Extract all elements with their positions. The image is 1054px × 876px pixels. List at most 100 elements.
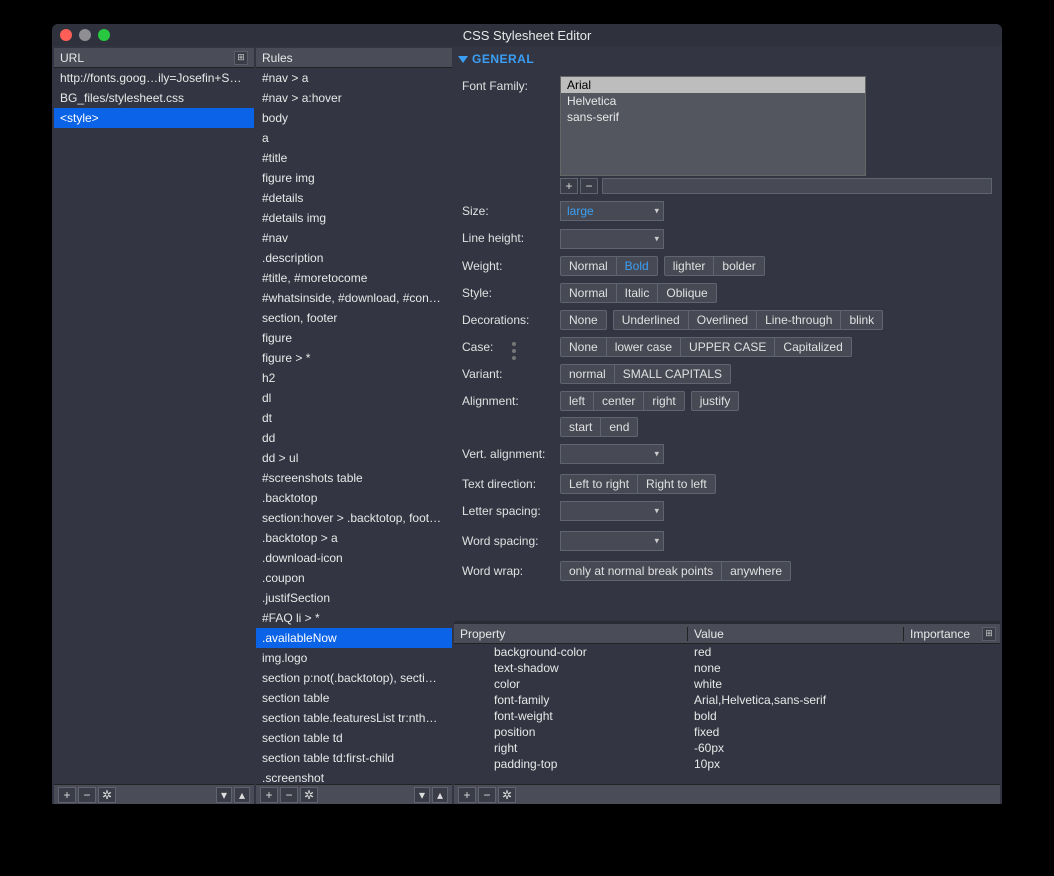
font-family-item[interactable]: Arial: [561, 77, 865, 93]
decorations-none[interactable]: None: [560, 310, 607, 330]
rule-item[interactable]: section:hover > .backtotop, foot…: [256, 508, 452, 528]
segment-option[interactable]: None: [561, 311, 606, 329]
rule-item[interactable]: dt: [256, 408, 452, 428]
url-item[interactable]: http://fonts.goog…ily=Josefin+Sans: [54, 68, 254, 88]
size-select[interactable]: large ▾: [560, 201, 664, 221]
rule-item[interactable]: dd: [256, 428, 452, 448]
column-picker-icon[interactable]: ⊞: [234, 51, 248, 65]
line-height-select[interactable]: ▾: [560, 229, 664, 249]
decorations-segmented[interactable]: UnderlinedOverlinedLine-throughblink: [613, 310, 883, 330]
rule-item[interactable]: .availableNow: [256, 628, 452, 648]
move-up-button[interactable]: ▴: [234, 787, 250, 803]
segment-option[interactable]: end: [601, 418, 637, 436]
rule-item[interactable]: #whatsinside, #download, #con…: [256, 288, 452, 308]
segment-option[interactable]: SMALL CAPITALS: [615, 365, 730, 383]
segment-option[interactable]: start: [561, 418, 601, 436]
col-property[interactable]: Property: [454, 627, 688, 641]
segment-option[interactable]: anywhere: [722, 562, 790, 580]
rule-item[interactable]: .description: [256, 248, 452, 268]
move-down-button[interactable]: ▾: [414, 787, 430, 803]
rules-list[interactable]: #nav > a#nav > a:hoverbodya#titlefigure …: [256, 68, 452, 784]
font-family-item[interactable]: Helvetica: [561, 93, 865, 109]
rule-item[interactable]: section table: [256, 688, 452, 708]
segment-option[interactable]: blink: [841, 311, 882, 329]
rule-item[interactable]: #nav > a: [256, 68, 452, 88]
segment-option[interactable]: right: [644, 392, 683, 410]
section-header[interactable]: GENERAL: [454, 48, 1000, 70]
rule-item[interactable]: #FAQ li > *: [256, 608, 452, 628]
properties-list[interactable]: background-colorredtext-shadownonecolorw…: [454, 644, 1000, 784]
segment-option[interactable]: Line-through: [757, 311, 841, 329]
rule-item[interactable]: #title, #moretocome: [256, 268, 452, 288]
rule-item[interactable]: figure img: [256, 168, 452, 188]
add-button[interactable]: +: [58, 787, 76, 803]
add-font-button[interactable]: +: [560, 178, 578, 194]
property-row[interactable]: positionfixed: [454, 724, 1000, 740]
segment-option[interactable]: justify: [692, 392, 739, 410]
segment-option[interactable]: Underlined: [614, 311, 689, 329]
segment-option[interactable]: bolder: [714, 257, 763, 275]
rule-item[interactable]: .download-icon: [256, 548, 452, 568]
url-list[interactable]: http://fonts.goog…ily=Josefin+SansBG_fil…: [54, 68, 254, 784]
rule-item[interactable]: .coupon: [256, 568, 452, 588]
segment-option[interactable]: lower case: [607, 338, 681, 356]
rule-item[interactable]: section, footer: [256, 308, 452, 328]
remove-button[interactable]: −: [280, 787, 298, 803]
rule-item[interactable]: dd > ul: [256, 448, 452, 468]
segment-option[interactable]: Bold: [617, 257, 657, 275]
rule-item[interactable]: section p:not(.backtotop), secti…: [256, 668, 452, 688]
segment-option[interactable]: Italic: [617, 284, 659, 302]
segment-option[interactable]: None: [561, 338, 607, 356]
rule-item[interactable]: .backtotop: [256, 488, 452, 508]
alignment-segmented[interactable]: leftcenterright: [560, 391, 685, 411]
rule-item[interactable]: section table td: [256, 728, 452, 748]
settings-button[interactable]: ✲: [300, 787, 318, 803]
settings-button[interactable]: ✲: [98, 787, 116, 803]
rule-item[interactable]: #details: [256, 188, 452, 208]
property-row[interactable]: font-familyArial,Helvetica,sans-serif: [454, 692, 1000, 708]
letter-spacing-select[interactable]: ▾: [560, 501, 664, 521]
property-row[interactable]: padding-top10px: [454, 756, 1000, 772]
text-direction-segmented[interactable]: Left to rightRight to left: [560, 474, 716, 494]
rule-item[interactable]: #nav > a:hover: [256, 88, 452, 108]
col-importance[interactable]: Importance: [904, 627, 982, 641]
rule-item[interactable]: #details img: [256, 208, 452, 228]
rule-item[interactable]: section table.featuresList tr:nth…: [256, 708, 452, 728]
rule-item[interactable]: a: [256, 128, 452, 148]
property-row[interactable]: font-weightbold: [454, 708, 1000, 724]
word-spacing-select[interactable]: ▾: [560, 531, 664, 551]
segment-option[interactable]: Normal: [561, 284, 617, 302]
rule-item[interactable]: figure > *: [256, 348, 452, 368]
segment-option[interactable]: normal: [561, 365, 615, 383]
weight-extra-segmented[interactable]: lighterbolder: [664, 256, 765, 276]
rule-item[interactable]: .backtotop > a: [256, 528, 452, 548]
rule-item[interactable]: .justifSection: [256, 588, 452, 608]
vert-align-select[interactable]: ▾: [560, 444, 664, 464]
add-button[interactable]: +: [260, 787, 278, 803]
property-row[interactable]: right-60px: [454, 740, 1000, 756]
rule-item[interactable]: #nav: [256, 228, 452, 248]
rule-item[interactable]: section table td:first-child: [256, 748, 452, 768]
alignment-startend[interactable]: startend: [560, 417, 638, 437]
rule-item[interactable]: img.logo: [256, 648, 452, 668]
remove-font-button[interactable]: −: [580, 178, 598, 194]
property-row[interactable]: background-colorred: [454, 644, 1000, 660]
remove-button[interactable]: −: [478, 787, 496, 803]
rule-item[interactable]: .screenshot: [256, 768, 452, 784]
segment-option[interactable]: Oblique: [658, 284, 715, 302]
segment-option[interactable]: only at normal break points: [561, 562, 722, 580]
style-segmented[interactable]: NormalItalicOblique: [560, 283, 717, 303]
case-segmented[interactable]: Nonelower caseUPPER CASECapitalized: [560, 337, 852, 357]
rule-item[interactable]: body: [256, 108, 452, 128]
rule-item[interactable]: figure: [256, 328, 452, 348]
property-row[interactable]: text-shadownone: [454, 660, 1000, 676]
segment-option[interactable]: Normal: [561, 257, 617, 275]
add-button[interactable]: +: [458, 787, 476, 803]
splitter-grip-icon[interactable]: [512, 342, 518, 372]
segment-option[interactable]: lighter: [665, 257, 715, 275]
rule-item[interactable]: #title: [256, 148, 452, 168]
segment-option[interactable]: Left to right: [561, 475, 638, 493]
alignment-justify[interactable]: justify: [691, 391, 740, 411]
url-item[interactable]: BG_files/stylesheet.css: [54, 88, 254, 108]
move-down-button[interactable]: ▾: [216, 787, 232, 803]
